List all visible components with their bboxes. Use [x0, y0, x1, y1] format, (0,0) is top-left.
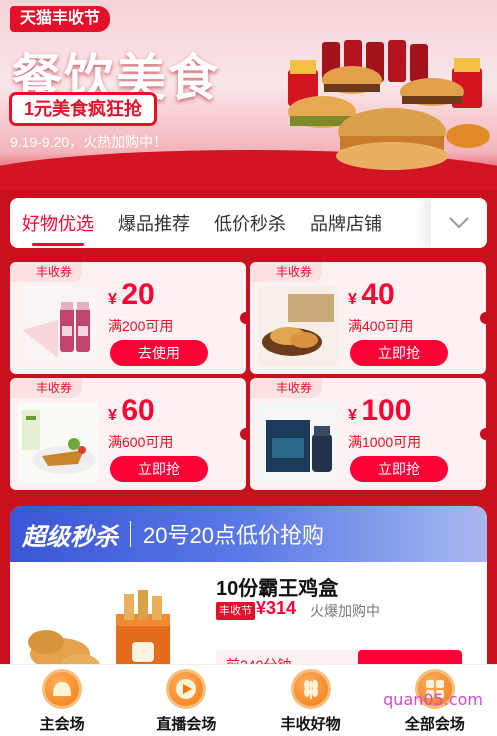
- flash-sale-header: 超级秒杀 20号20点低价抢购: [10, 506, 487, 562]
- festival-badge: 丰收节: [216, 602, 255, 620]
- product-thumbnail: [258, 286, 338, 366]
- coupon-card: 丰收券 ¥ 40 满400可用 立即抢: [250, 262, 492, 374]
- coupon-condition: 满1000可用: [348, 434, 422, 450]
- sale-status: 火爆加购中: [310, 603, 380, 619]
- flash-sale-subtitle: 20号20点低价抢购: [143, 523, 324, 548]
- nav-harvest-goods[interactable]: 丰收好物: [249, 665, 373, 736]
- coupon-tag: 丰收券: [250, 262, 323, 282]
- chevron-down-icon: [449, 217, 469, 229]
- grab-coupon-button[interactable]: 立即抢: [350, 340, 448, 366]
- hero-banner: 天猫丰收节 餐饮美食 1元美食疯狂抢 9.19-9.20，火热加购中！: [0, 0, 497, 190]
- fast-food-illustration: [288, 40, 490, 170]
- coupon-tag: 丰收券: [10, 378, 83, 398]
- product-thumbnail: [18, 402, 98, 482]
- tab-top-products[interactable]: 爆品推荐: [106, 210, 202, 236]
- coupon-card: 丰收券 ¥ 100 满1000可用 立即抢: [250, 378, 492, 490]
- coupon-amount: ¥ 40: [348, 278, 395, 311]
- banner-subtitle: 1元美食疯狂抢: [12, 95, 155, 123]
- nav-live-venue[interactable]: 直播会场: [124, 665, 248, 736]
- use-coupon-button[interactable]: 去使用: [110, 340, 208, 366]
- coupon-amount: ¥ 100: [348, 394, 412, 427]
- tab-flash-deals[interactable]: 低价秒杀: [202, 210, 298, 236]
- tab-brand-stores[interactable]: 品牌店铺: [298, 210, 394, 236]
- grab-coupon-button[interactable]: 立即抢: [350, 456, 448, 482]
- category-tabs: 好物优选 爆品推荐 低价秒杀 品牌店铺: [10, 198, 487, 248]
- brand-tag: 天猫丰收节: [10, 6, 111, 32]
- coupon-amount: ¥ 60: [108, 394, 155, 427]
- watermark: quan05.com: [383, 690, 483, 709]
- nav-main-venue[interactable]: 主会场: [0, 665, 124, 736]
- tab-hot-picks[interactable]: 好物优选: [10, 210, 106, 246]
- main-venue-icon: [42, 669, 83, 709]
- product-thumbnail: [258, 402, 338, 482]
- flash-sale-title: 超级秒杀: [22, 523, 118, 551]
- coupon-tag: 丰收券: [10, 262, 83, 282]
- coupon-condition: 满600可用: [108, 434, 174, 450]
- coupon-card: 丰收券 ¥ 20 满200可用 去使用: [10, 262, 252, 374]
- tabs-expand-button[interactable]: [431, 198, 487, 248]
- coupon-condition: 满200可用: [108, 318, 174, 334]
- wheat-icon: [290, 669, 331, 709]
- coupon-condition: 满400可用: [348, 318, 414, 334]
- coupon-tag: 丰收券: [250, 378, 323, 398]
- coupon-card: 丰收券 ¥ 60 满600可用 立即抢: [10, 378, 252, 490]
- coupon-amount: ¥ 20: [108, 278, 155, 311]
- banner-date: 9.19-9.20，火热加购中！: [10, 134, 168, 150]
- play-icon: [166, 669, 207, 709]
- grab-coupon-button[interactable]: 立即抢: [110, 456, 208, 482]
- product-thumbnail: [18, 286, 98, 366]
- product-name[interactable]: 10份霸王鸡盒: [216, 572, 338, 601]
- product-price: ¥314: [256, 598, 297, 618]
